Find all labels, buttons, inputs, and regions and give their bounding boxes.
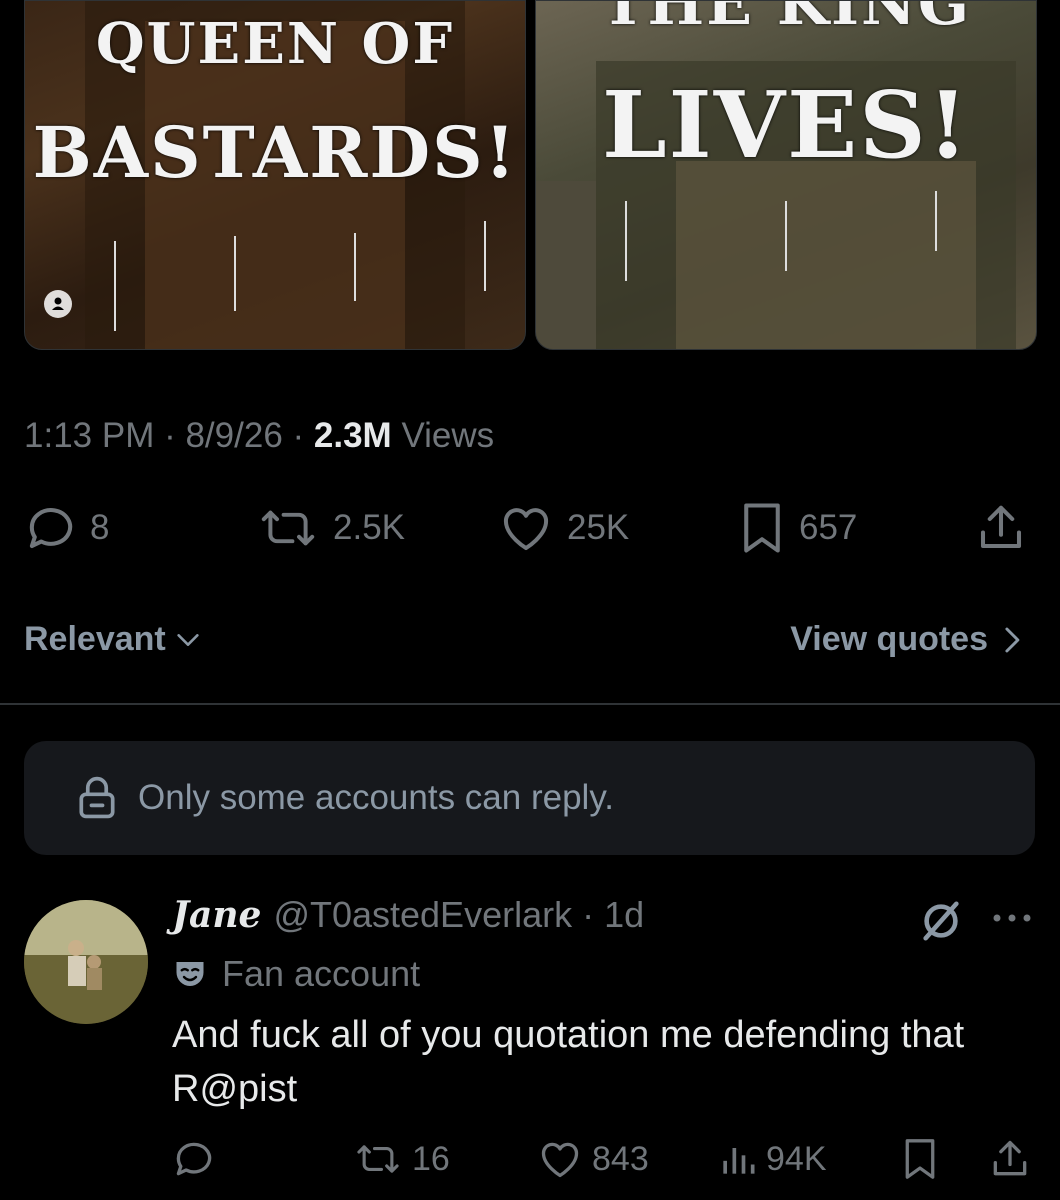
poster-text-right-line1: THE KING: [600, 0, 972, 39]
fan-account-text: Fan account: [222, 953, 421, 994]
view-quotes-label: View quotes: [790, 620, 988, 658]
avatar[interactable]: [24, 900, 148, 1024]
reply-repost-count: 16: [412, 1139, 450, 1178]
share-icon: [993, 1140, 1027, 1176]
slash-circle-icon: [923, 901, 959, 941]
more-options-button[interactable]: [990, 908, 1034, 933]
views-label: Views: [401, 416, 495, 455]
reply-bookmark-button[interactable]: [900, 1135, 940, 1183]
bookmark-icon: [744, 503, 780, 553]
grok-icon[interactable]: [918, 898, 964, 949]
reply-like-button[interactable]: 843: [536, 1135, 649, 1183]
repost-icon: [357, 1145, 399, 1173]
reply-button[interactable]: 8: [24, 500, 109, 556]
reply-share-button[interactable]: [988, 1135, 1032, 1183]
share-icon: [980, 505, 1022, 549]
like-button[interactable]: 25K: [497, 500, 629, 556]
tweet-meta: 1:13 PM · 8/9/26 · 2.3M Views: [24, 416, 495, 455]
repost-button[interactable]: 2.5K: [255, 500, 405, 556]
chevron-down-icon: [177, 633, 199, 646]
reply-separator: ·: [572, 894, 605, 935]
person-icon[interactable]: [44, 290, 72, 318]
heart-icon: [541, 1142, 579, 1178]
reply-views-count: 94K: [766, 1139, 827, 1178]
reply-time[interactable]: 1d: [604, 894, 644, 936]
bookmark-button[interactable]: 657: [737, 500, 857, 556]
reply-count: 8: [90, 508, 110, 547]
reply-like-count: 843: [592, 1139, 649, 1178]
heart-icon: [503, 508, 549, 551]
tweet-date[interactable]: 8/9/26: [185, 416, 282, 455]
fan-account-label: Fan account: [172, 953, 420, 995]
like-count: 25K: [567, 508, 630, 547]
reply-header: Jane @T0astedEverlark · 1d: [172, 894, 644, 936]
view-quotes-link[interactable]: View quotes: [790, 620, 1024, 659]
avatar-image: [24, 900, 148, 1024]
more-icon: [993, 914, 1031, 922]
notice-text: Only some accounts can reply.: [138, 778, 614, 817]
repost-icon: [261, 510, 315, 546]
lock-icon: [79, 776, 115, 819]
views-icon: [723, 1148, 755, 1174]
reply-text: And fuck all of you quotation me defendi…: [172, 1014, 965, 1110]
reply-views-button[interactable]: 94K: [718, 1135, 827, 1183]
reply-reply-button[interactable]: [172, 1135, 216, 1183]
tweet-time[interactable]: 1:13 PM: [24, 416, 154, 455]
reply-icon: [176, 1142, 212, 1176]
share-button[interactable]: [974, 500, 1028, 556]
bookmark-count: 657: [799, 508, 858, 547]
section-divider: [0, 703, 1060, 705]
reply-restriction-notice: Only some accounts can reply.: [24, 741, 1035, 855]
poster-text-line1: QUEEN OF: [95, 11, 455, 77]
views-count: 2.3M: [313, 416, 392, 455]
poster-text-right-line2: LIVES!: [601, 71, 971, 179]
poster-text-line2: BASTARDS!: [32, 111, 518, 194]
reply-author-name[interactable]: Jane: [172, 894, 261, 936]
repost-count: 2.5K: [333, 508, 405, 547]
sort-dropdown[interactable]: Relevant: [24, 620, 202, 659]
mask-icon: [176, 962, 204, 986]
reply-author-handle[interactable]: @T0astedEverlark: [273, 894, 572, 936]
reply-repost-button[interactable]: 16: [352, 1135, 450, 1183]
media-image-left[interactable]: QUEEN OF BASTARDS!: [24, 0, 526, 350]
sort-label: Relevant: [24, 620, 166, 658]
reply-icon: [29, 508, 73, 549]
chevron-right-icon: [1005, 627, 1020, 652]
media-image-right[interactable]: THE KING LIVES!: [535, 0, 1037, 350]
bookmark-icon: [905, 1139, 935, 1179]
